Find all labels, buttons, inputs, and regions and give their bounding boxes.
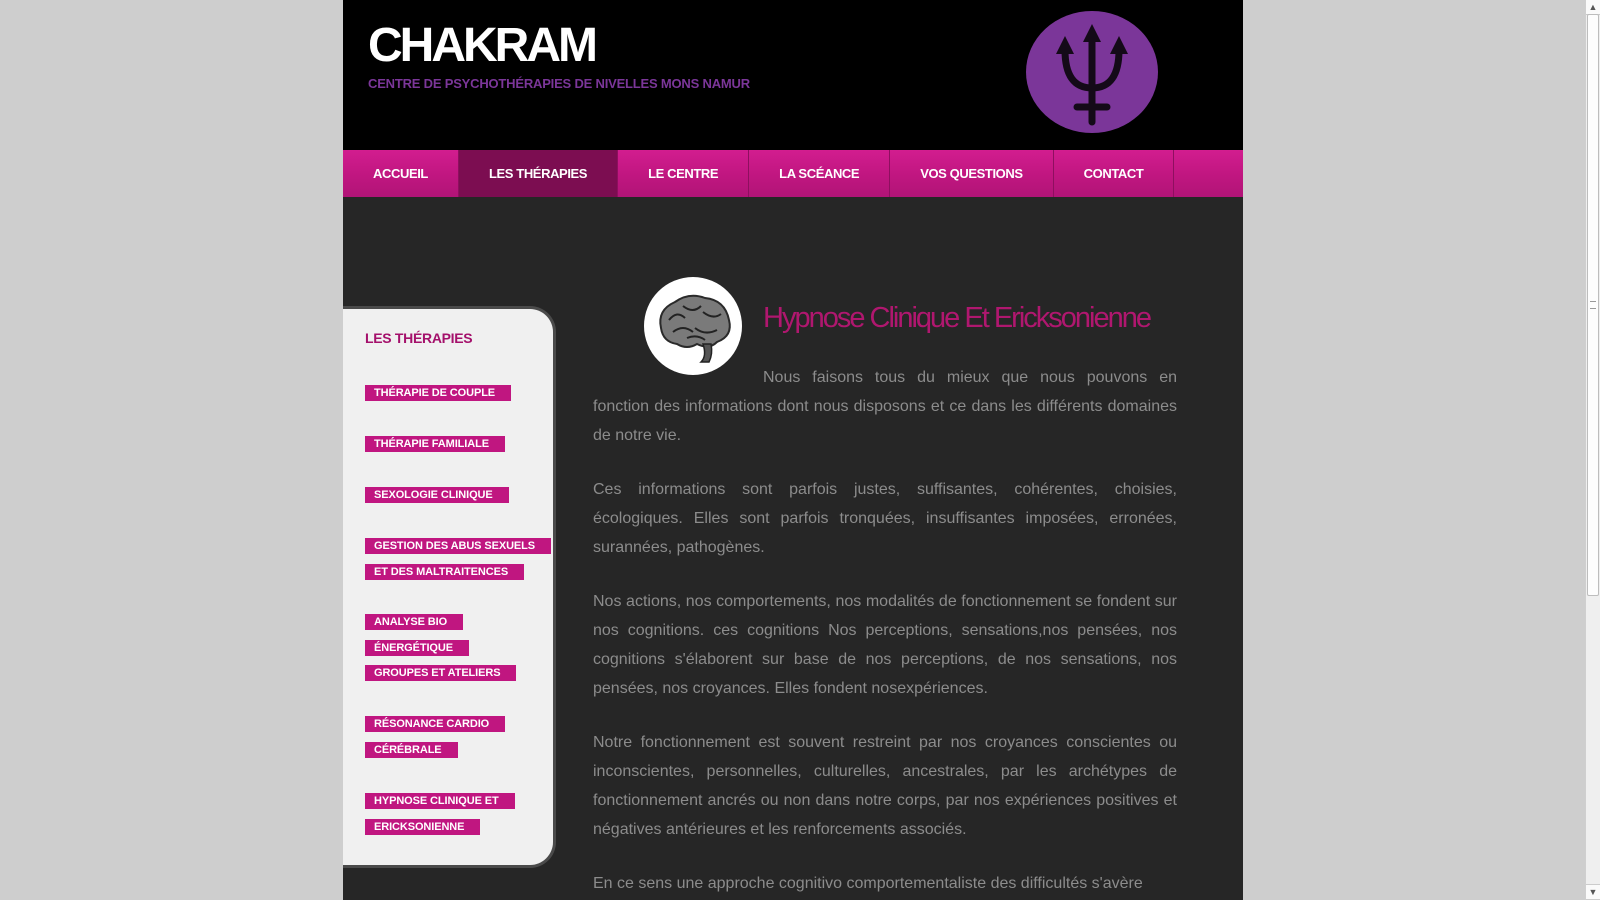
scroll-up-arrow-icon[interactable]: ▲	[1586, 0, 1600, 15]
brain-icon	[644, 277, 742, 375]
site-title[interactable]: CHAKRAM	[368, 22, 598, 70]
sidebar-link-therapie-de-couple[interactable]: THÉRAPIE DE COUPLE	[365, 380, 535, 406]
nav-item-vos-questions[interactable]: VOS QUESTIONS	[890, 150, 1054, 197]
nav-item-les-therapies[interactable]: LES THÉRAPIES	[458, 150, 619, 197]
nav-item-contact[interactable]: CONTACT	[1054, 150, 1175, 197]
main-nav: ACCUEIL LES THÉRAPIES LE CENTRE LA SCÉAN…	[343, 150, 1243, 197]
sidebar-link-sexologie-clinique[interactable]: SEXOLOGIE CLINIQUE	[365, 482, 535, 508]
sidebar-link-gestion-des-abus[interactable]: GESTION DES ABUS SEXUELS ET DES MALTRAIT…	[365, 533, 551, 585]
nav-item-le-centre[interactable]: LE CENTRE	[618, 150, 750, 197]
article-title: Hypnose Clinique Et Ericksonienne	[763, 302, 1152, 334]
page: CHAKRAM CENTRE DE PSYCHOTHÉRAPIES DE NIV…	[343, 0, 1243, 900]
article-paragraph: Nous faisons tous du mieux que nous pouv…	[593, 369, 1177, 444]
article-paragraph: Ces informations sont parfois justes, su…	[593, 481, 1177, 556]
neptune-trident-icon[interactable]	[1025, 10, 1159, 134]
nav-item-la-seance[interactable]: LA SCÉANCE	[749, 150, 891, 197]
vertical-scrollbar[interactable]: ▲ ▼	[1585, 0, 1600, 900]
scroll-down-arrow-icon[interactable]: ▼	[1586, 884, 1600, 900]
header: CHAKRAM CENTRE DE PSYCHOTHÉRAPIES DE NIV…	[343, 0, 1243, 150]
grip-icon	[1590, 301, 1596, 309]
sidebar-link-resonance-cardio[interactable]: RÉSONANCE CARDIO CÉRÉBRALE	[365, 711, 535, 763]
article-body: Nous faisons tous du mieux que nous pouv…	[593, 363, 1177, 900]
sidebar-title: LES THÉRAPIES	[365, 330, 473, 346]
article-paragraph: Nos actions, nos comportements, nos moda…	[593, 593, 1177, 697]
scrollbar-thumb[interactable]	[1587, 14, 1599, 596]
nav-item-accueil[interactable]: ACCUEIL	[343, 150, 459, 197]
site-subtitle: CENTRE DE PSYCHOTHÉRAPIES DE NIVELLES MO…	[368, 76, 750, 91]
article-paragraph: En ce sens une approche cognitivo compor…	[593, 875, 1143, 892]
sidebar-link-analyse-bio-energetique[interactable]: ANALYSE BIO ÉNERGÉTIQUE	[365, 609, 535, 661]
article-paragraph: Notre fonctionnement est souvent restrei…	[593, 734, 1177, 838]
sidebar-link-hypnose-clinique[interactable]: HYPNOSE CLINIQUE ET ERICKSONIENNE	[365, 788, 535, 840]
sidebar-link-groupes-et-ateliers[interactable]: GROUPES ET ATELIERS	[365, 660, 535, 686]
sidebar-link-therapie-familiale[interactable]: THÉRAPIE FAMILIALE	[365, 431, 535, 457]
sidebar: LES THÉRAPIES THÉRAPIE DE COUPLE THÉRAPI…	[343, 306, 556, 868]
